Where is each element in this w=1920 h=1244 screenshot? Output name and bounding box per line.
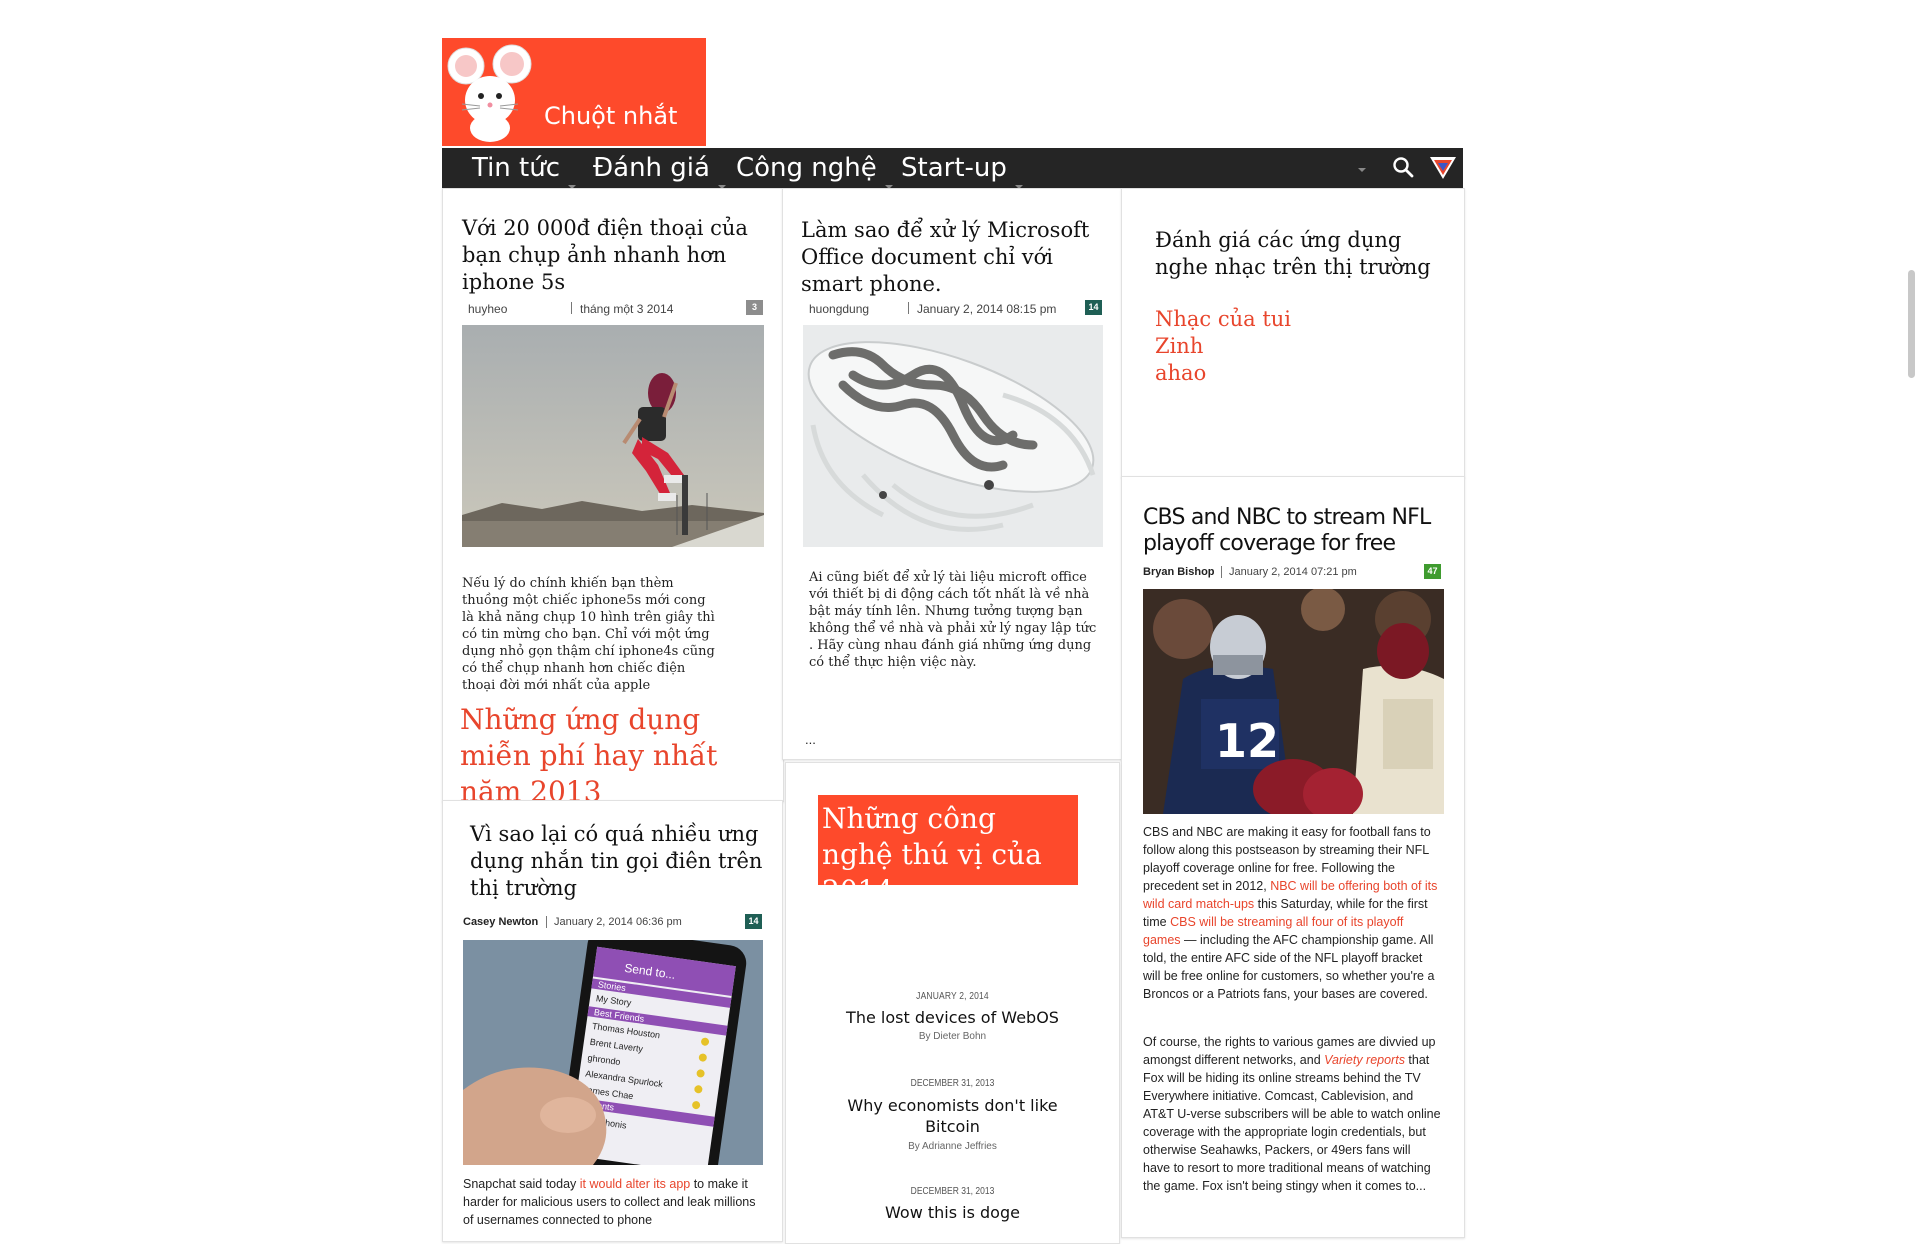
nav-item-start-up[interactable]: Start-up: [901, 153, 1023, 189]
nav-item-danh-gia[interactable]: Đánh giá: [593, 153, 726, 189]
comment-count-badge[interactable]: 14: [1085, 300, 1102, 315]
site-logo[interactable]: Chuột nhắt: [442, 38, 706, 146]
photo-sculpture-illustration: [803, 325, 1103, 547]
nav-item-label: Tin tức: [472, 153, 561, 183]
article-excerpt: Ai cũng biết để xử lý tài liệu microft o…: [809, 570, 1097, 670]
article-author[interactable]: Bryan Bishop: [1143, 566, 1215, 578]
verge-logo-icon[interactable]: [1429, 155, 1457, 181]
nav-item-label: Start-up: [901, 153, 1007, 183]
article-card-camera: Với 20 000đ điện thoại của bạn chụp ảnh …: [442, 188, 784, 808]
article-excerpt: Nếu lý do chính khiến bạn thèm thuồng mộ…: [462, 576, 715, 693]
meta-divider: [571, 302, 572, 314]
photo-jump-illustration: [462, 325, 764, 547]
roundup-date: DECEMBER 31, 2013: [910, 1078, 995, 1089]
more-menu-chevron-icon[interactable]: [1358, 168, 1366, 172]
article-date: January 2, 2014 07:21 pm: [1229, 566, 1357, 578]
article-date: January 2, 2014 06:36 pm: [554, 916, 682, 928]
roundup-date: JANUARY 2, 2014: [916, 991, 989, 1002]
tech-roundup-card: Những công nghệ thú vị của 2014 JANUARY …: [785, 762, 1120, 1244]
roundup-title: Why economists don't like Bitcoin: [847, 1096, 1058, 1136]
mouse-mascot-icon: [447, 44, 532, 142]
article-author[interactable]: huongdung: [809, 302, 869, 316]
roundup-item-1[interactable]: JANUARY 2, 2014 The lost devices of WebO…: [786, 991, 1119, 1042]
alter-app-link[interactable]: it would alter its app: [580, 1177, 690, 1191]
nav-item-cong-nghe[interactable]: Công nghệ: [736, 153, 893, 189]
nav-item-label: Đánh giá: [593, 153, 710, 183]
roundup-item-2[interactable]: DECEMBER 31, 2013 Why economists don't l…: [786, 1078, 1119, 1152]
photo-phone-illustration: Send to... Stories My Story Best Friends…: [463, 940, 763, 1165]
article-card-nfl: CBS and NBC to stream NFL playoff covera…: [1121, 476, 1465, 1238]
article-photo-sculpture[interactable]: [803, 325, 1103, 547]
music-link-2[interactable]: Zinh: [1155, 333, 1203, 360]
article-title[interactable]: Vì sao lại có quá nhiều ưng dụng nhắn ti…: [470, 821, 770, 902]
roundup-date: DECEMBER 31, 2013: [910, 1186, 995, 1197]
music-link-1[interactable]: Nhạc của tui: [1155, 306, 1291, 333]
article-title[interactable]: CBS and NBC to stream NFL playoff covera…: [1143, 505, 1443, 557]
article-author[interactable]: Casey Newton: [463, 916, 538, 928]
meta-divider: [908, 302, 909, 314]
comment-count-badge[interactable]: 14: [745, 914, 762, 929]
variety-reports-link[interactable]: Variety reports: [1324, 1053, 1405, 1067]
site-name: Chuột nhắt: [544, 102, 678, 130]
article-title[interactable]: Làm sao để xử lý Microsoft Office docume…: [801, 217, 1101, 298]
article-title[interactable]: Với 20 000đ điện thoại của bạn chụp ảnh …: [462, 215, 762, 296]
roundup-title: The lost devices of WebOS: [846, 1008, 1059, 1027]
article-photo-jumping-girl[interactable]: [462, 325, 764, 547]
search-icon[interactable]: [1392, 156, 1414, 178]
article-body-first: CBS and NBC are making it easy for footb…: [1143, 823, 1441, 1003]
article-excerpt: Snapchat said today it would alter its a…: [463, 1175, 763, 1229]
jersey-number: 12: [1215, 714, 1279, 768]
nav-item-label: Công nghệ: [736, 153, 877, 183]
feature-heading[interactable]: Những ứng dụng miễn phí hay nhất năm 201…: [460, 702, 770, 810]
meta-divider: [1221, 566, 1222, 578]
photo-football-illustration: 12: [1143, 589, 1444, 814]
article-author[interactable]: huyheo: [468, 302, 507, 316]
roundup-title: Wow this is doge: [885, 1203, 1020, 1222]
article-card-office: Làm sao để xử lý Microsoft Office docume…: [782, 188, 1123, 760]
article-photo-snapchat[interactable]: Send to... Stories My Story Best Friends…: [463, 940, 763, 1165]
article-card-music: Đánh giá các ứng dụng nghe nhạc trên thị…: [1121, 188, 1465, 478]
tech-roundup-banner[interactable]: Những công nghệ thú vị của 2014: [818, 795, 1078, 907]
roundup-byline: By Dieter Bohn: [918, 1031, 987, 1042]
main-navigation: Tin tức Đánh giá Công nghệ Start-up: [442, 148, 1463, 189]
article-date: tháng một 3 2014: [580, 302, 674, 316]
page-scrollbar-thumb[interactable]: [1908, 270, 1915, 378]
tech-roundup-title: Những công nghệ thú vị của 2014: [822, 802, 1042, 907]
comment-count-badge[interactable]: 3: [746, 300, 763, 315]
article-card-messaging: Vì sao lại có quá nhiều ưng dụng nhắn ti…: [442, 800, 783, 1242]
article-title[interactable]: Đánh giá các ứng dụng nghe nhạc trên thị…: [1155, 227, 1445, 281]
article-meta: Casey Newton January 2, 2014 06:36 pm: [463, 916, 763, 930]
article-photo-football[interactable]: 12: [1143, 589, 1444, 814]
comment-count-badge[interactable]: 47: [1424, 564, 1441, 579]
read-more-ellipsis[interactable]: ...: [805, 731, 816, 748]
article-meta: huyheo tháng một 3 2014: [468, 302, 768, 316]
body-text: Snapchat said today: [463, 1177, 580, 1191]
roundup-byline: By Adrianne Jeffries: [908, 1141, 997, 1152]
music-link-3[interactable]: ahao: [1155, 360, 1206, 387]
meta-divider: [546, 916, 547, 928]
article-body-second: Of course, the rights to various games a…: [1143, 1033, 1441, 1195]
roundup-item-3[interactable]: DECEMBER 31, 2013 Wow this is doge: [786, 1186, 1119, 1222]
article-date: January 2, 2014 08:15 pm: [917, 302, 1057, 316]
article-meta: huongdung January 2, 2014 08:15 pm: [809, 302, 1109, 316]
body-text: that Fox will be hiding its online strea…: [1143, 1053, 1441, 1193]
body-text: — including the AFC championship game. A…: [1143, 933, 1435, 1001]
article-meta: Bryan Bishop January 2, 2014 07:21 pm: [1143, 566, 1443, 580]
nav-item-tin-tuc[interactable]: Tin tức: [472, 153, 577, 189]
